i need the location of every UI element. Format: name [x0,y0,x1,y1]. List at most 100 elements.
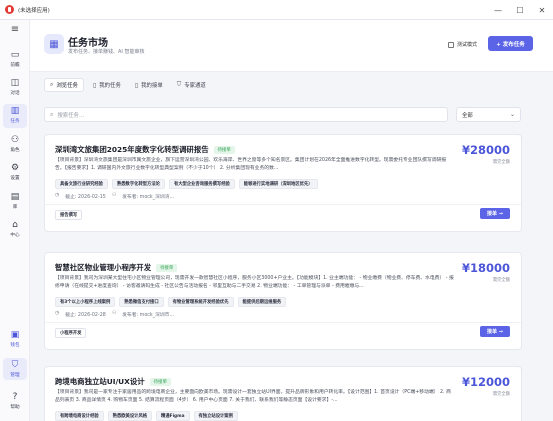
requirement-tag: 有3个以上小程序上线案例 [55,297,116,307]
sidebar-item-wallet[interactable]: ▣ 钱包 [0,330,30,348]
tab-my-orders[interactable]: ▯ 我的接单 [130,78,168,92]
task-title-text: 跨境电商独立站UI/UX设计 [55,377,145,386]
requirement-tag: 精通Figma [156,411,190,421]
task-price: ¥28000 [461,143,510,157]
menu-icon[interactable]: ≡ [0,24,30,35]
sidebar-item-help[interactable]: ? 帮助 [0,392,30,410]
task-title-text: 智慧社区物业管理小程序开发 [55,263,152,272]
wallet-icon: ▣ [10,330,20,340]
take-order-button[interactable]: 接单 → [480,326,510,337]
help-icon: ? [12,392,18,402]
user-icon: ⚇ [111,193,117,198]
page-header: ▦ 任务市场 发布任务、接单赚钱、AI 智能审核 测试模式 + 发布任务 [30,20,553,72]
tab-my-tasks[interactable]: ▯ 我的任务 [88,78,126,92]
skill-tag: 小程序开发 [55,328,87,338]
task-icon: ▥ [10,106,20,116]
task-price: ¥12000 [461,375,510,389]
task-title[interactable]: 智慧社区物业管理小程序开发 待接单 [55,262,178,273]
task-description: 【项目背景】我司是一家专注于家居用品的跨境电商企业，主要面向欧美市场。现需设计一… [55,390,451,404]
title-bar: (未选择应用) — ☐ ✕ [0,0,553,20]
status-filter-select[interactable]: 全部 ⌄ [456,107,521,122]
requirement-tags: 有3个以上小程序上线案例 熟悉微信支付接口 有物业管理系统开发经验优先 能提供后… [55,297,290,307]
sidebar-item-center[interactable]: ⌂ 中心 [0,220,30,238]
tab-label: 专家通道 [184,83,206,89]
divider [45,204,521,205]
sidebar-item-label: 对话 [10,91,20,96]
sidebar-item-settings[interactable]: ⚙ 设置 [0,163,30,181]
skill-tag: 报告撰写 [55,210,83,220]
task-title[interactable]: 跨境电商独立站UI/UX设计 待接单 [55,376,171,387]
task-card[interactable]: 智慧社区物业管理小程序开发 待接单 ¥18000 需完全额 【项目背景】我司为深圳… [44,252,522,350]
requirement-tags: 具备文旅行业研究经验 熟悉数字化转型方法论 有大型企业咨询服务撰写经验 能够进行… [55,179,322,189]
minimize-icon[interactable]: — [487,0,509,20]
store-icon: ⌂ [12,220,18,230]
task-card[interactable]: 深圳湾文旅集团2025年度数字化转型调研报告 待接单 ¥28000 需完全额 【项… [44,134,522,232]
requirement-tag: 有大型企业咨询服务撰写经验 [168,179,235,189]
status-badge: 待接单 [149,378,171,386]
app-logo-icon [5,5,14,14]
task-meta: ◷ 截止: 2026-02-28 ⚇ 发布者: mock_深圳市... [55,311,180,318]
requirement-tag: 能够进行实地调研（深圳地区优先） [238,179,318,189]
requirement-tag: 熟悉数字化转型方法论 [111,179,165,189]
clock-icon: ◷ [55,193,60,198]
search-icon: ⌕ [50,110,54,118]
document-icon: ▯ [134,81,139,89]
window-controls: — ☐ ✕ [487,0,553,20]
task-description: 【项目背景】我司为深圳某大型住宅小区物业管理公司，现需开发一款智慧社区小程序，服… [55,276,454,290]
users-icon: ⚇ [10,135,20,145]
take-order-button[interactable]: 接单 → [480,208,510,219]
sidebar-item-label: 角色 [10,148,20,153]
sidebar-item-tasks[interactable]: ▥ 任务 [3,104,27,128]
tab-label: 浏览任务 [56,83,78,89]
requirement-tag: 熟悉欧美设计风格 [107,411,153,421]
test-mode-toggle[interactable]: 测试模式 [448,41,477,48]
close-icon[interactable]: ✕ [531,0,553,20]
task-title-text: 深圳湾文旅集团2025年度数字化转型调研报告 [55,145,209,154]
divider [45,322,521,323]
deadline: 截止: 2026-02-15 [65,195,106,200]
gear-icon: ⚙ [10,163,20,173]
page-title: 任务市场 [68,38,108,49]
document-icon: ▯ [92,81,97,89]
sidebar-item-manage[interactable]: ⛉ 管理 [3,358,27,380]
status-badge: 待接单 [213,146,235,154]
filter-selected-value: 全部 [462,112,473,119]
requirement-tag: 有独立站设计案例 [193,411,238,421]
task-card[interactable]: 跨境电商独立站UI/UX设计 待接单 ¥12000 需完全额 【项目背景】我司是一… [44,366,522,421]
tab-expert-channel[interactable]: ⛉ 专家通道 [172,78,211,92]
page-subtitle: 发布任务、接单赚钱、AI 智能审核 [68,49,145,55]
price-note: 需完全额 [492,160,510,165]
publish-task-button[interactable]: + 发布任务 [488,36,533,51]
sidebar-item-roles[interactable]: ⚇ 角色 [0,135,30,153]
tab-label: 我的接单 [141,83,163,89]
sidebar-item-library[interactable]: ▤ 库 [0,192,30,210]
search-icon: ⌕ [50,81,54,88]
requirement-tag: 有物业管理系统开发经验优先 [167,297,234,307]
sidebar-item-chat[interactable]: ◫ 对话 [0,78,30,96]
library-icon: ▤ [10,192,20,202]
test-mode-checkbox[interactable] [448,41,454,48]
price-note: 需完全额 [492,392,510,397]
search-placeholder: 搜索任务... [57,112,85,119]
maximize-icon[interactable]: ☐ [509,0,531,20]
sidebar-item-label: 钱包 [10,343,20,348]
requirement-tag: 具备文旅行业研究经验 [55,179,108,189]
chevron-down-icon: ⌄ [509,111,515,118]
requirement-tag: 有跨境电商设计经验 [55,411,104,421]
shield-icon: ⛉ [176,81,182,88]
requirement-tag: 能提供后期运维服务 [237,297,287,307]
task-title[interactable]: 深圳湾文旅集团2025年度数字化转型调研报告 待接单 [55,144,235,155]
task-meta: ◷ 截止: 2026-02-15 ⚇ 发布者: mock_深圳湾... [55,193,180,200]
inbox-icon: ▭ [10,50,20,60]
sidebar-item-inbox[interactable]: ▭ 前瞻 [0,50,30,68]
sidebar-item-label: 库 [12,205,18,210]
sidebar-item-label: 设置 [10,176,20,181]
task-price: ¥18000 [461,261,510,275]
sidebar-item-label: 中心 [10,233,20,238]
sidebar-item-label: 任务 [10,119,20,124]
search-input[interactable]: ⌕ 搜索任务... [44,107,448,122]
task-description: 【项目背景】深圳湾文旅集团是深圳市属文旅企业，旗下运营深圳湾公园、欢乐海岸、世界… [55,158,447,172]
requirement-tag: 熟悉微信支付接口 [119,297,164,307]
task-tabs: ⌕ 浏览任务 ▯ 我的任务 ▯ 我的接单 ⛉ 专家通道 [44,78,215,92]
tab-browse-tasks[interactable]: ⌕ 浏览任务 [44,78,84,92]
